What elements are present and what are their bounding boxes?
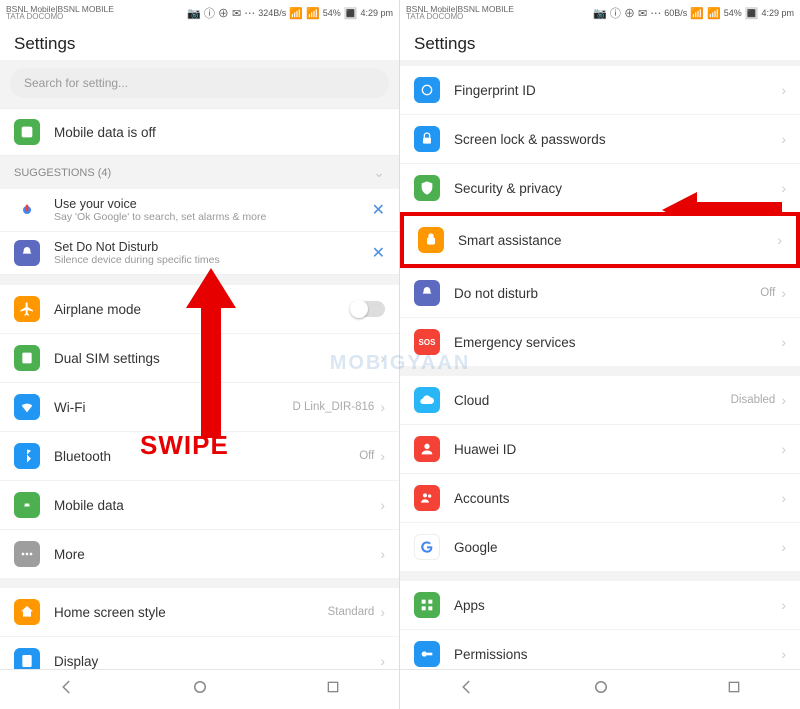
search-placeholder: Search for setting...: [24, 76, 128, 90]
row-permissions[interactable]: Permissions ›: [400, 629, 800, 669]
chevron-right-icon: ›: [380, 399, 385, 415]
row-airplane-mode[interactable]: Airplane mode: [0, 285, 399, 333]
chevron-right-icon: ›: [380, 604, 385, 620]
header: Settings: [0, 26, 399, 60]
chevron-right-icon: ›: [781, 441, 786, 457]
header: Settings: [400, 26, 800, 60]
battery-pct: 54%: [323, 8, 341, 18]
chevron-right-icon: ›: [380, 350, 385, 366]
row-accounts[interactable]: Accounts ›: [400, 473, 800, 522]
row-dual-sim[interactable]: Dual SIM settings ›: [0, 333, 399, 382]
chevron-right-icon: ›: [380, 653, 385, 669]
chevron-right-icon: ›: [380, 448, 385, 464]
chevron-right-icon: ›: [781, 597, 786, 613]
nav-recent[interactable]: [325, 679, 341, 700]
chevron-right-icon: ›: [380, 546, 385, 562]
clock: 4:29 pm: [761, 8, 794, 18]
page-title: Settings: [14, 34, 385, 54]
row-home-screen[interactable]: Home screen style Standard ›: [0, 588, 399, 636]
row-mobile-data[interactable]: Mobile data ›: [0, 480, 399, 529]
suggestions-header[interactable]: SUGGESTIONS (4) ⌄: [0, 156, 399, 189]
status-icons: 📷 ⓘ ⊕ ✉ ⋯: [593, 5, 661, 21]
chevron-right-icon: ›: [781, 539, 786, 555]
airplane-toggle[interactable]: [351, 301, 385, 317]
carrier-line2: TATA DOCOMO: [6, 13, 63, 21]
nav-back[interactable]: [58, 678, 76, 701]
nav-bar: [0, 669, 399, 709]
chevron-right-icon: ›: [781, 392, 786, 408]
row-cloud[interactable]: Cloud Disabled ›: [400, 376, 800, 424]
chevron-right-icon: ›: [781, 285, 786, 301]
nav-bar: [400, 669, 800, 709]
chevron-right-icon: ›: [781, 82, 786, 98]
chevron-right-icon: ›: [380, 497, 385, 513]
row-do-not-disturb[interactable]: Do not disturb Off ›: [400, 268, 800, 317]
data-rate: 324B/s: [258, 8, 286, 18]
chevron-right-icon: ›: [777, 232, 782, 248]
banner-text: Mobile data is off: [54, 125, 156, 140]
phone-right: BSNL Mobile|BSNL MOBILE TATA DOCOMO 📷 ⓘ …: [400, 0, 800, 709]
chevron-right-icon: ›: [781, 334, 786, 350]
row-huawei-id[interactable]: Huawei ID ›: [400, 424, 800, 473]
search-input[interactable]: Search for setting...: [10, 68, 389, 98]
page-title: Settings: [414, 34, 786, 54]
row-display[interactable]: Display ›: [0, 636, 399, 669]
signal-icon: 📶 📶: [690, 7, 720, 20]
row-google[interactable]: Google ›: [400, 522, 800, 571]
row-fingerprint[interactable]: Fingerprint ID ›: [400, 66, 800, 114]
chevron-down-icon: ⌄: [373, 164, 385, 181]
carrier-line2: TATA DOCOMO: [406, 13, 463, 21]
battery-pct: 54%: [724, 8, 742, 18]
phone-left: BSNL Mobile|BSNL MOBILE TATA DOCOMO 📷 ⓘ …: [0, 0, 400, 709]
row-security[interactable]: Security & privacy ›: [400, 163, 800, 212]
battery-icon: 🔳: [344, 7, 358, 20]
dismiss-icon[interactable]: ✕: [372, 243, 385, 263]
nav-recent[interactable]: [726, 679, 742, 700]
row-screen-lock[interactable]: Screen lock & passwords ›: [400, 114, 800, 163]
data-rate: 60B/s: [664, 8, 687, 18]
battery-icon: 🔳: [745, 7, 759, 20]
chevron-right-icon: ›: [781, 180, 786, 196]
dismiss-icon[interactable]: ✕: [372, 200, 385, 220]
suggestion-voice[interactable]: Use your voice Say 'Ok Google' to search…: [0, 189, 399, 232]
status-icons: 📷 ⓘ ⊕ ✉ ⋯: [187, 5, 255, 21]
status-bar: BSNL Mobile|BSNL MOBILE TATA DOCOMO 📷 ⓘ …: [400, 0, 800, 26]
chevron-right-icon: ›: [781, 490, 786, 506]
mobile-data-off-banner[interactable]: Mobile data is off: [0, 108, 399, 156]
signal-icon: 📶 📶: [289, 7, 319, 20]
row-bluetooth[interactable]: Bluetooth Off ›: [0, 431, 399, 480]
row-emergency[interactable]: SOS Emergency services ›: [400, 317, 800, 366]
row-wifi[interactable]: Wi-Fi D Link_DIR-816 ›: [0, 382, 399, 431]
nav-home[interactable]: [191, 678, 209, 701]
row-apps[interactable]: Apps ›: [400, 581, 800, 629]
row-more[interactable]: More ›: [0, 529, 399, 578]
clock: 4:29 pm: [360, 8, 393, 18]
nav-home[interactable]: [592, 678, 610, 701]
chevron-right-icon: ›: [781, 131, 786, 147]
suggestion-dnd[interactable]: Set Do Not Disturb Silence device during…: [0, 232, 399, 275]
nav-back[interactable]: [458, 678, 476, 701]
row-smart-assistance[interactable]: Smart assistance ›: [400, 212, 800, 268]
status-bar: BSNL Mobile|BSNL MOBILE TATA DOCOMO 📷 ⓘ …: [0, 0, 399, 26]
chevron-right-icon: ›: [781, 646, 786, 662]
